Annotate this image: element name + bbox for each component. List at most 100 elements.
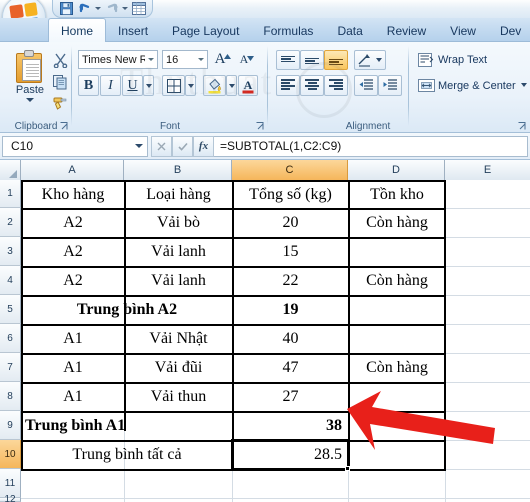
column-header-c[interactable]: C xyxy=(232,160,348,180)
underline-dropdown-icon[interactable] xyxy=(143,75,154,96)
copy-icon[interactable] xyxy=(50,72,70,92)
row-header-2[interactable]: 2 xyxy=(0,208,21,237)
cell-a5[interactable]: Trung bình A2 xyxy=(23,296,231,324)
align-right-icon[interactable] xyxy=(324,75,348,96)
italic-button[interactable]: I xyxy=(100,75,121,96)
cell-a1[interactable]: Kho hàng xyxy=(23,181,123,208)
tab-data[interactable]: Data xyxy=(325,20,374,42)
merge-center-icon[interactable] xyxy=(416,76,436,96)
column-header-a[interactable]: A xyxy=(21,160,124,180)
redo-icon[interactable] xyxy=(104,1,119,16)
tab-home[interactable]: Home xyxy=(48,18,107,42)
shrink-font-icon[interactable]: A xyxy=(236,50,258,69)
cell-c10[interactable]: 28.5 xyxy=(234,441,347,469)
cell-a8[interactable]: A1 xyxy=(23,383,123,411)
cell-b1[interactable]: Loại hàng xyxy=(126,181,231,208)
row-header-6[interactable]: 6 xyxy=(0,324,21,353)
cell-a2[interactable]: A2 xyxy=(23,209,123,237)
increase-indent-icon[interactable] xyxy=(378,75,402,96)
row-header-4[interactable]: 4 xyxy=(0,266,21,295)
cell-a7[interactable]: A1 xyxy=(23,354,123,382)
grow-font-icon[interactable]: A xyxy=(212,50,234,69)
cell-b2[interactable]: Vải bò xyxy=(126,209,231,237)
cell-d6[interactable] xyxy=(350,325,444,353)
orientation-icon[interactable] xyxy=(354,50,386,70)
align-middle-icon[interactable] xyxy=(300,50,324,70)
tab-view[interactable]: View xyxy=(438,20,488,42)
select-all-corner[interactable] xyxy=(0,160,21,180)
cell-c4[interactable]: 22 xyxy=(234,267,347,295)
tab-formulas[interactable]: Formulas xyxy=(251,20,325,42)
font-name-box[interactable]: Times New Rom xyxy=(78,50,158,69)
cell-c9[interactable]: 38 xyxy=(234,412,347,440)
cell-c7[interactable]: 47 xyxy=(234,354,347,382)
align-top-icon[interactable] xyxy=(276,50,300,70)
cell-b4[interactable]: Vải lanh xyxy=(126,267,231,295)
align-left-icon[interactable] xyxy=(276,75,300,96)
fill-color-dropdown-icon[interactable] xyxy=(226,75,237,96)
format-painter-icon[interactable] xyxy=(50,94,70,114)
row-header-1[interactable]: 1 xyxy=(0,180,21,208)
cell-a9[interactable]: Trung bình A1 xyxy=(25,412,231,440)
cell-d5[interactable] xyxy=(350,296,444,324)
save-icon[interactable] xyxy=(59,1,74,16)
cell-a4[interactable]: A2 xyxy=(23,267,123,295)
row-header-8[interactable]: 8 xyxy=(0,382,21,411)
row-header-3[interactable]: 3 xyxy=(0,237,21,266)
name-box[interactable]: C10 xyxy=(2,135,148,157)
font-size-dropdown-icon[interactable] xyxy=(195,51,207,68)
redo-dropdown-icon[interactable] xyxy=(122,2,128,16)
cell-a3[interactable]: A2 xyxy=(23,238,123,266)
row-header-12[interactable]: 12 xyxy=(0,494,21,502)
cell-d3[interactable] xyxy=(350,238,444,266)
merge-center-label[interactable]: Merge & Center xyxy=(438,80,516,92)
cell-c5[interactable]: 19 xyxy=(234,296,347,324)
merge-center-dropdown-icon[interactable] xyxy=(520,80,528,90)
tab-page-layout[interactable]: Page Layout xyxy=(160,20,251,42)
fill-color-button[interactable] xyxy=(203,75,226,96)
clipboard-dialog-launcher[interactable] xyxy=(59,121,69,131)
borders-dropdown-icon[interactable] xyxy=(185,75,196,96)
font-color-button[interactable]: A xyxy=(238,75,258,96)
cell-d7[interactable]: Còn hàng xyxy=(350,354,444,382)
cell-b8[interactable]: Vải thun xyxy=(126,383,231,411)
underline-button[interactable]: U xyxy=(122,75,143,96)
paste-button[interactable]: Paste xyxy=(8,48,52,118)
tab-review[interactable]: Review xyxy=(375,20,438,42)
cell-b6[interactable]: Vải Nhật xyxy=(126,325,231,353)
cut-icon[interactable] xyxy=(50,50,70,70)
cell-a10[interactable]: Trung bình tất cả xyxy=(23,441,231,469)
insert-function-icon[interactable]: fx xyxy=(193,135,214,157)
row-header-5[interactable]: 5 xyxy=(0,295,21,324)
wrap-text-label[interactable]: Wrap Text xyxy=(438,54,487,66)
wrap-text-icon[interactable] xyxy=(416,50,436,70)
column-header-b[interactable]: B xyxy=(124,160,232,180)
cancel-formula-icon[interactable] xyxy=(151,135,172,157)
paste-dropdown-icon[interactable] xyxy=(26,98,34,102)
cell-d4[interactable]: Còn hàng xyxy=(350,267,444,295)
undo-dropdown-icon[interactable] xyxy=(95,2,101,16)
table-icon[interactable] xyxy=(131,1,146,16)
column-header-e[interactable]: E xyxy=(445,160,530,180)
cell-d1[interactable]: Tồn kho xyxy=(350,181,444,208)
cell-c6[interactable]: 40 xyxy=(234,325,347,353)
borders-button[interactable] xyxy=(162,75,185,96)
cell-a6[interactable]: A1 xyxy=(23,325,123,353)
formula-input[interactable]: =SUBTOTAL(1,C2:C9) xyxy=(214,135,528,157)
name-box-dropdown-icon[interactable] xyxy=(135,137,143,156)
tab-insert[interactable]: Insert xyxy=(106,20,160,42)
font-size-box[interactable]: 16 xyxy=(162,50,208,69)
enter-formula-icon[interactable] xyxy=(172,135,193,157)
cell-d2[interactable]: Còn hàng xyxy=(350,209,444,237)
bold-button[interactable]: B xyxy=(78,75,99,96)
tab-developer[interactable]: Dev xyxy=(488,20,530,42)
undo-icon[interactable] xyxy=(77,1,92,16)
cell-c3[interactable]: 15 xyxy=(234,238,347,266)
cell-b7[interactable]: Vải đũi xyxy=(126,354,231,382)
alignment-dialog-launcher[interactable] xyxy=(517,121,527,131)
row-header-10[interactable]: 10 xyxy=(0,440,21,469)
column-header-d[interactable]: D xyxy=(348,160,445,180)
cell-b3[interactable]: Vải lanh xyxy=(126,238,231,266)
cell-c8[interactable]: 27 xyxy=(234,383,347,411)
cell-c1[interactable]: Tổng số (kg) xyxy=(234,181,347,208)
